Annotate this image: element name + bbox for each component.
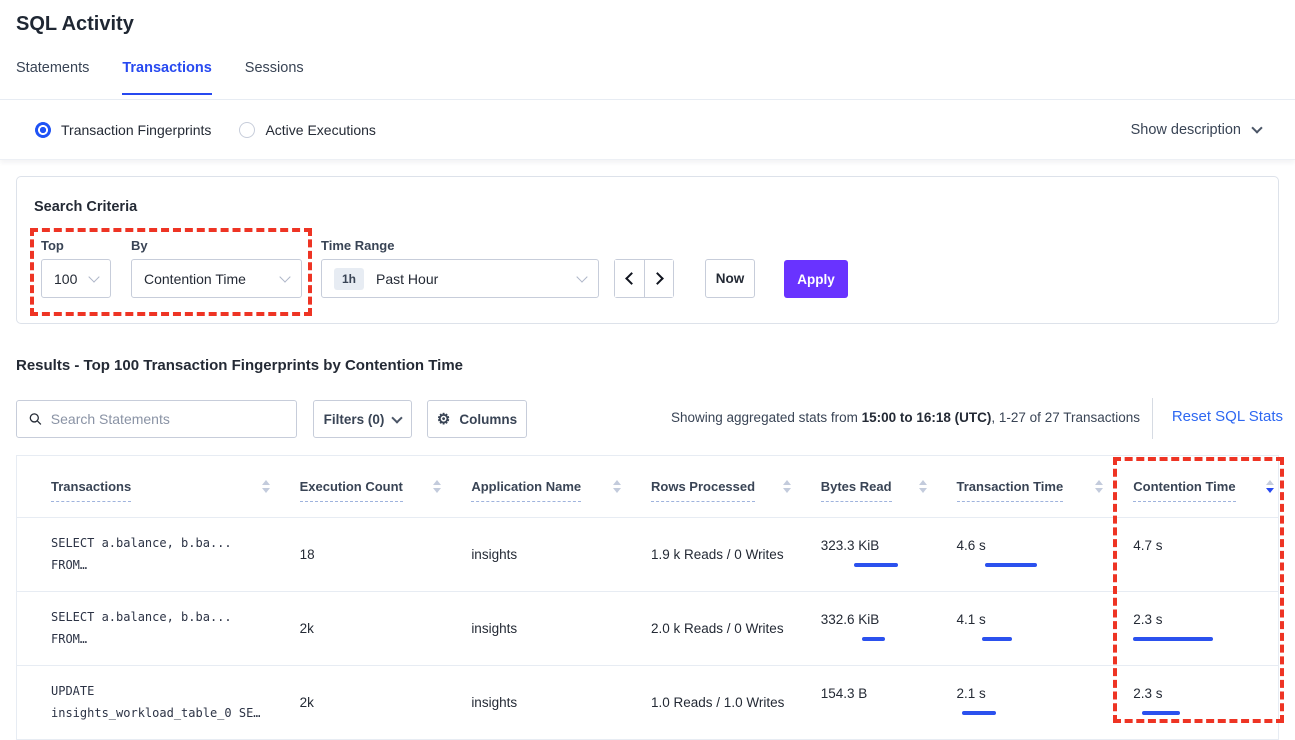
view-toggle-row: Transaction Fingerprints Active Executio… <box>0 100 1295 160</box>
sort-icon-descending <box>1266 480 1274 493</box>
transaction-time-cell: 2.1 s <box>957 686 1134 720</box>
column-header-transactions[interactable]: Transactions <box>51 479 300 494</box>
chevron-left-icon <box>625 272 638 285</box>
radio-unselected-icon <box>239 122 255 138</box>
transaction-time-mean-line <box>985 563 1037 567</box>
application-name-cell: insights <box>471 621 651 636</box>
bytes-read-cell: 323.3 KiB <box>821 538 957 572</box>
rows-processed-cell: 1.9 k Reads / 0 Writes <box>651 547 821 562</box>
contention-time-cell: 2.3 s <box>1133 686 1278 720</box>
sort-icon <box>783 480 791 493</box>
sort-icon <box>262 480 270 493</box>
column-header-bytes-read[interactable]: Bytes Read <box>821 479 957 494</box>
tab-transactions[interactable]: Transactions <box>122 60 211 95</box>
transaction-fingerprint-link[interactable]: SELECT a.balance, b.ba... FROM… <box>51 607 300 650</box>
sql-activity-page: SQL Activity Statements Transactions Ses… <box>0 0 1295 740</box>
chevron-down-icon <box>392 412 403 423</box>
top-select[interactable]: 100 <box>41 259 111 298</box>
sort-icon <box>613 480 621 493</box>
bytes-read-mean-line <box>854 563 898 567</box>
radio-transaction-fingerprints[interactable]: Transaction Fingerprints <box>35 122 211 138</box>
columns-label: Columns <box>459 412 517 427</box>
radio-selected-icon <box>35 122 51 138</box>
table-header-row: Transactions Execution Count Application… <box>17 456 1278 518</box>
time-nav-group <box>614 259 674 298</box>
execution-count-cell: 18 <box>300 547 472 562</box>
filters-label: Filters (0) <box>324 412 385 427</box>
reset-sql-stats-link[interactable]: Reset SQL Stats <box>1172 408 1283 425</box>
transaction-time-cell: 4.1 s <box>957 612 1134 646</box>
filters-button[interactable]: Filters (0) <box>313 400 412 438</box>
bytes-read-mean-line <box>862 637 885 641</box>
transaction-fingerprint-link[interactable]: SELECT a.balance, b.ba... FROM… <box>51 533 300 576</box>
show-description-label: Show description <box>1131 122 1241 138</box>
transaction-fingerprint-link[interactable]: UPDATE insights_workload_table_0 SE… <box>51 681 300 724</box>
toolbar-divider <box>1152 398 1153 439</box>
page-title: SQL Activity <box>16 13 134 36</box>
chevron-down-icon <box>576 271 587 282</box>
execution-count-cell: 2k <box>300 695 472 710</box>
contention-time-cell: 2.3 s <box>1133 612 1278 646</box>
transaction-time-cell: 4.6 s <box>957 538 1134 572</box>
gear-icon: ⚙ <box>437 412 450 427</box>
stats-time-range: 15:00 to 16:18 (UTC) <box>862 410 992 425</box>
time-range-select[interactable]: 1h Past Hour <box>321 259 599 298</box>
contention-time-mean-line <box>1142 711 1180 715</box>
rows-processed-cell: 1.0 Reads / 1.0 Writes <box>651 695 821 710</box>
by-label: By <box>131 238 148 253</box>
transactions-table: Transactions Execution Count Application… <box>16 455 1279 740</box>
search-criteria-heading: Search Criteria <box>34 199 137 215</box>
sort-icon <box>433 480 441 493</box>
chevron-down-icon <box>1251 122 1262 133</box>
sort-icon <box>1095 480 1103 493</box>
column-header-execution-count[interactable]: Execution Count <box>300 479 472 494</box>
columns-button[interactable]: ⚙ Columns <box>427 400 527 438</box>
search-statements-box <box>16 400 297 438</box>
application-name-cell: insights <box>471 547 651 562</box>
time-range-label: Time Range <box>321 238 394 253</box>
now-button[interactable]: Now <box>705 259 755 298</box>
contention-time-mean-line <box>1133 637 1213 641</box>
tab-bar: Statements Transactions Sessions <box>16 60 304 95</box>
time-range-badge: 1h <box>334 268 364 290</box>
aggregated-stats-text: Showing aggregated stats from 15:00 to 1… <box>671 410 1140 425</box>
search-input[interactable] <box>51 411 284 427</box>
transaction-time-mean-line <box>962 711 996 715</box>
bytes-read-cell: 332.6 KiB <box>821 612 957 646</box>
top-label: Top <box>41 238 64 253</box>
radio-label: Active Executions <box>265 122 376 138</box>
column-header-transaction-time[interactable]: Transaction Time <box>957 479 1134 494</box>
execution-count-cell: 2k <box>300 621 472 636</box>
transaction-time-mean-line <box>982 637 1012 641</box>
top-select-value: 100 <box>54 271 77 287</box>
table-row[interactable]: SELECT a.balance, b.ba... FROM… 18 insig… <box>17 518 1278 592</box>
column-header-application-name[interactable]: Application Name <box>471 479 651 494</box>
chevron-down-icon <box>88 271 99 282</box>
table-row[interactable]: UPDATE insights_workload_table_0 SE… 2k … <box>17 666 1278 740</box>
previous-time-button[interactable] <box>615 260 644 297</box>
tab-sessions[interactable]: Sessions <box>245 60 304 95</box>
rows-processed-cell: 2.0 k Reads / 0 Writes <box>651 621 821 636</box>
radio-label: Transaction Fingerprints <box>61 122 211 138</box>
apply-button[interactable]: Apply <box>784 260 848 298</box>
by-select[interactable]: Contention Time <box>131 259 302 298</box>
column-header-rows-processed[interactable]: Rows Processed <box>651 479 821 494</box>
show-description-toggle[interactable]: Show description <box>1131 122 1261 138</box>
chevron-right-icon <box>651 272 664 285</box>
contention-time-cell: 4.7 s <box>1133 538 1278 572</box>
by-select-value: Contention Time <box>144 271 246 287</box>
table-row[interactable]: SELECT a.balance, b.ba... FROM… 2k insig… <box>17 592 1278 666</box>
application-name-cell: insights <box>471 695 651 710</box>
chevron-down-icon <box>279 271 290 282</box>
search-criteria-panel: Search Criteria Top 100 By Contention Ti… <box>16 176 1279 324</box>
search-icon <box>29 412 42 426</box>
radio-active-executions[interactable]: Active Executions <box>239 122 376 138</box>
sort-icon <box>919 480 927 493</box>
bytes-read-cell: 154.3 B <box>821 686 957 720</box>
next-time-button[interactable] <box>644 260 673 297</box>
column-header-contention-time[interactable]: Contention Time <box>1133 479 1278 494</box>
results-heading: Results - Top 100 Transaction Fingerprin… <box>16 357 463 374</box>
tab-statements[interactable]: Statements <box>16 60 89 95</box>
time-range-value: Past Hour <box>376 271 438 287</box>
